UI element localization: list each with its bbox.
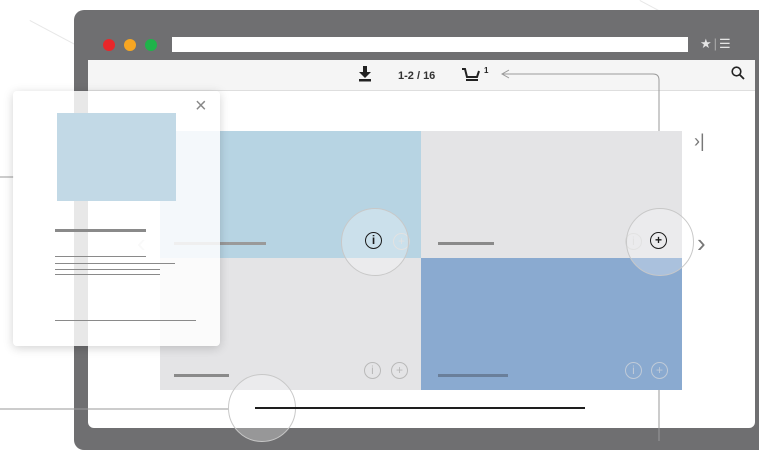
- info-icon[interactable]: i: [365, 232, 382, 249]
- popup-text-line: [55, 269, 160, 270]
- info-icon[interactable]: i: [364, 362, 381, 379]
- popup-image-placeholder: [57, 113, 176, 201]
- add-icon[interactable]: +: [651, 362, 668, 379]
- add-icon[interactable]: +: [391, 362, 408, 379]
- popup-title-line: [55, 229, 146, 232]
- tile-title-placeholder: [438, 242, 494, 245]
- popup-footer-line: [55, 320, 196, 321]
- last-page-icon[interactable]: ›|: [694, 131, 705, 152]
- popup-text-line: [55, 256, 146, 257]
- tile-title-placeholder: [174, 374, 229, 377]
- popup-text-line: [55, 274, 160, 275]
- chevron-right-icon[interactable]: ›: [697, 228, 706, 259]
- info-icon[interactable]: i: [625, 362, 642, 379]
- product-tile[interactable]: [421, 258, 682, 390]
- popup-text-line: [55, 263, 175, 264]
- add-icon[interactable]: +: [650, 232, 667, 249]
- close-icon[interactable]: ×: [195, 95, 207, 118]
- tile-title-placeholder: [438, 374, 508, 377]
- scroll-track[interactable]: [255, 407, 585, 409]
